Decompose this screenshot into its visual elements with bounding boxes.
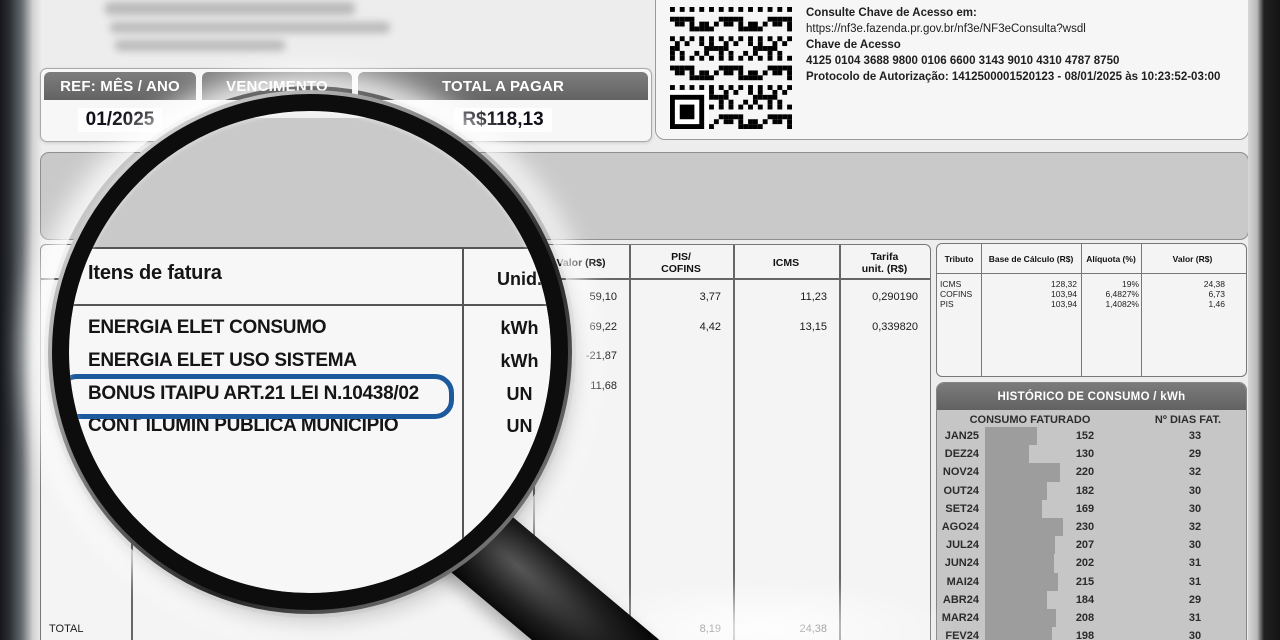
tax-header-tributo: Tributo [937,247,981,271]
tax-row: PIS 103,94 1,4082% 1,46 [937,299,1246,309]
icms-column-header: ICMS [733,248,839,278]
tarifa-column-values: 0,290190 0,339820 [839,283,924,342]
icms-column-values: 11,23 13,15 [733,283,833,342]
qr-code-icon [670,7,792,134]
header-divider [937,273,1246,274]
consumption-bar [985,463,1060,481]
history-rows: JAN2515233 DEZ2413029 NOV2422032 OUT2418… [937,427,1246,640]
access-key-label: Chave de Acesso [806,37,1220,53]
history-row: SET2416930 [937,500,1246,518]
history-row: ABR2418429 [937,591,1246,609]
access-key-value: 4125 0104 3688 9800 0106 6600 3143 9010 … [806,53,1220,69]
consult-label: Consulte Chave de Acesso em: [806,5,1220,21]
page-right-shadow [1248,0,1280,640]
consumption-bar [985,554,1054,572]
consumption-bar [985,536,1055,554]
page-left-shadow [0,0,42,640]
tax-header-aliquota: Alíquota (%) [1081,247,1141,271]
consumption-bar [985,482,1047,500]
history-row: NOV2422032 [937,463,1246,481]
consumption-history-panel: HISTÓRICO DE CONSUMO / kWh CONSUMO FATUR… [936,382,1247,640]
energy-bill-page: REF: MÊS / ANO VENCIMENTO TOTAL A PAGAR … [0,0,1280,640]
consult-url: https://nf3e.fazenda.pr.gov.br/nf3e/NF3e… [806,21,1220,37]
history-row: JUN2420231 [937,554,1246,572]
history-consumption-header: CONSUMO FATURADO [945,412,1115,427]
consumption-bar [985,427,1037,445]
tarifa-column-header: Tarifa unit. (R$) [839,248,930,278]
history-days-header: Nº DIAS FAT. [1133,412,1243,427]
tax-header-valor: Valor (R$) [1141,247,1244,271]
tax-row: COFINS 103,94 6,4827% 6,73 [937,289,1246,299]
history-row: DEZ2413029 [937,445,1246,463]
magnifier-ring [52,94,568,610]
pis-cofins-column-header: PIS/ COFINS [629,248,733,278]
consumption-bar [985,445,1029,463]
tax-row: ICMS 128,32 19% 24,38 [937,279,1246,289]
consumption-bar [985,609,1056,627]
history-row: MAI2421531 [937,573,1246,591]
authorization-protocol: Protocolo de Autorização: 14125000015201… [806,69,1220,85]
consumption-bar [985,518,1063,536]
history-title: HISTÓRICO DE CONSUMO / kWh [937,383,1246,410]
consumption-bar [985,627,1052,640]
consumption-bar [985,500,1042,518]
consumption-bar [985,591,1047,609]
consumption-bar [985,573,1058,591]
access-key-panel: Consulte Chave de Acesso em: https://nf3… [655,0,1249,140]
history-row: FEV2419830 [937,627,1246,640]
history-row: OUT2418230 [937,482,1246,500]
address-line-redacted [105,2,355,15]
history-row: AGO2423032 [937,518,1246,536]
access-key-text: Consulte Chave de Acesso em: https://nf3… [806,5,1220,85]
tax-table: Tributo Base de Cálculo (R$) Alíquota (%… [936,243,1247,377]
address-line-redacted [115,40,285,51]
history-row: JAN2515233 [937,427,1246,445]
tax-header-base: Base de Cálculo (R$) [981,247,1081,271]
history-row: JUL2420730 [937,536,1246,554]
pis-cofins-column-values: 3,77 4,42 [629,283,727,342]
total-to-pay-header: TOTAL A PAGAR [358,72,648,100]
ref-month-year-header: REF: MÊS / ANO [44,72,196,100]
total-label: TOTAL [49,623,83,635]
history-row: MAR2420831 [937,609,1246,627]
address-line-redacted [110,22,390,33]
